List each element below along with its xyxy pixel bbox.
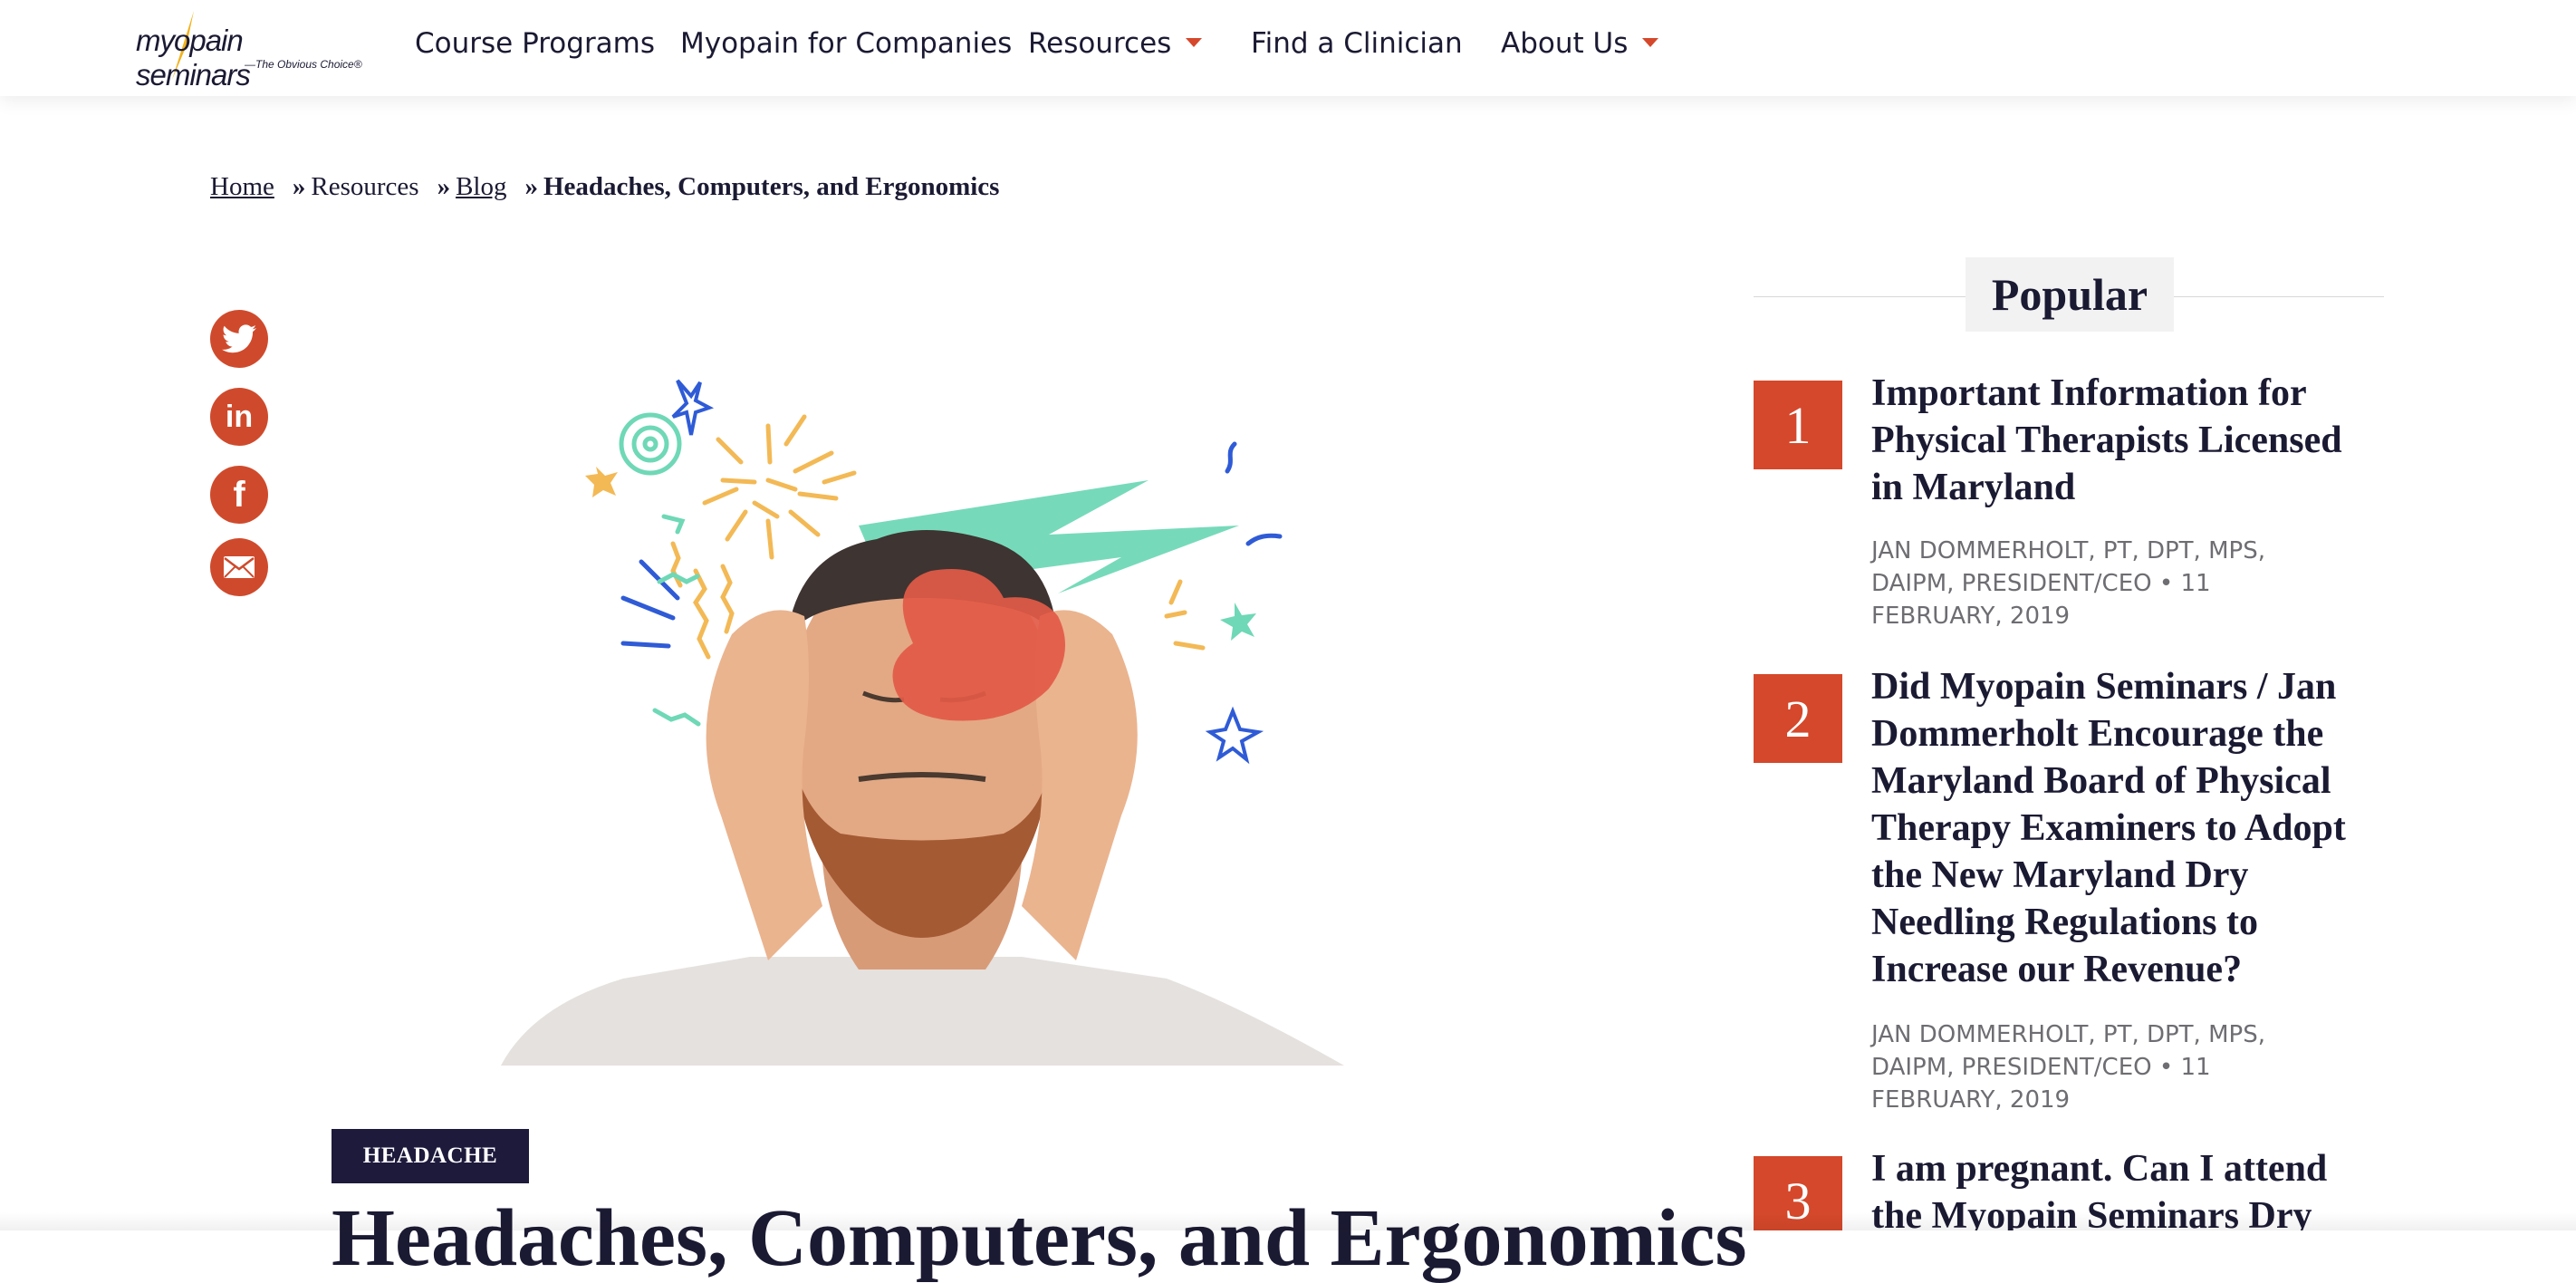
popular-heading: Popular	[1966, 257, 2174, 332]
breadcrumb-resources: Resources	[311, 172, 419, 201]
breadcrumb-separator: »	[437, 172, 451, 201]
scroll-fade	[0, 1212, 2576, 1230]
facebook-share-button[interactable]: f	[210, 466, 268, 524]
article-title: Headaches, Computers, and Ergonomics	[332, 1193, 1747, 1283]
popular-rank: 1	[1754, 381, 1842, 469]
nav-resources-label: Resources	[1028, 27, 1172, 60]
breadcrumb-blog[interactable]: Blog	[456, 172, 506, 201]
twitter-icon	[222, 324, 256, 353]
popular-item-meta: JAN DOMMERHOLT, PT, DPT, MPS, DAIPM, PRE…	[1871, 1021, 2265, 1114]
linkedin-icon: in	[225, 399, 254, 434]
nav-about-us[interactable]: About Us	[1501, 27, 1659, 60]
nav-find-a-clinician[interactable]: Find a Clinician	[1251, 27, 1463, 60]
nav-course-programs-label: Course Programs	[415, 27, 656, 60]
popular-item-meta: JAN DOMMERHOLT, PT, DPT, MPS, DAIPM, PRE…	[1871, 537, 2265, 630]
linkedin-share-button[interactable]: in	[210, 388, 268, 446]
chevron-down-icon	[1642, 37, 1659, 47]
popular-rank: 2	[1754, 674, 1842, 763]
breadcrumb-separator: »	[524, 172, 538, 201]
breadcrumb-current: Headaches, Computers, and Ergonomics	[543, 172, 1000, 201]
nav-course-programs[interactable]: Course Programs	[415, 27, 655, 60]
email-icon	[224, 556, 255, 578]
logo-tagline: —The Obvious Choice®	[245, 58, 362, 71]
nav-find-a-clinician-label: Find a Clinician	[1251, 27, 1463, 60]
nav-myopain-for-companies[interactable]: Myopain for Companies	[680, 27, 1012, 60]
facebook-icon: f	[233, 474, 245, 515]
popular-item-title[interactable]: Important Information for Physical Thera…	[1871, 370, 2379, 511]
nav-myopain-for-companies-label: Myopain for Companies	[680, 27, 1013, 60]
site-logo[interactable]: myopain seminars —The Obvious Choice®	[136, 9, 362, 92]
popular-item[interactable]: 2 Did Myopain Seminars / Jan Dommerholt …	[1754, 663, 2388, 1114]
popular-item-title[interactable]: Did Myopain Seminars / Jan Dommerholt En…	[1871, 663, 2379, 993]
breadcrumb-home[interactable]: Home	[210, 172, 274, 201]
email-share-button[interactable]	[210, 538, 268, 596]
person-illustration	[501, 530, 1344, 1066]
nav-resources[interactable]: Resources	[1028, 27, 1203, 60]
twitter-share-button[interactable]	[210, 310, 268, 368]
breadcrumb-separator: »	[292, 172, 306, 201]
breadcrumb: Home» Resources» Blog» Headaches, Computers…	[210, 172, 999, 202]
popular-item[interactable]: 1 Important Information for Physical The…	[1754, 370, 2388, 630]
nav-about-us-label: About Us	[1501, 27, 1629, 60]
site-header: myopain seminars —The Obvious Choice® Co…	[0, 0, 2576, 96]
chevron-down-icon	[1186, 37, 1203, 47]
category-tag[interactable]: HEADACHE	[332, 1129, 529, 1183]
hero-image	[501, 379, 1344, 1066]
